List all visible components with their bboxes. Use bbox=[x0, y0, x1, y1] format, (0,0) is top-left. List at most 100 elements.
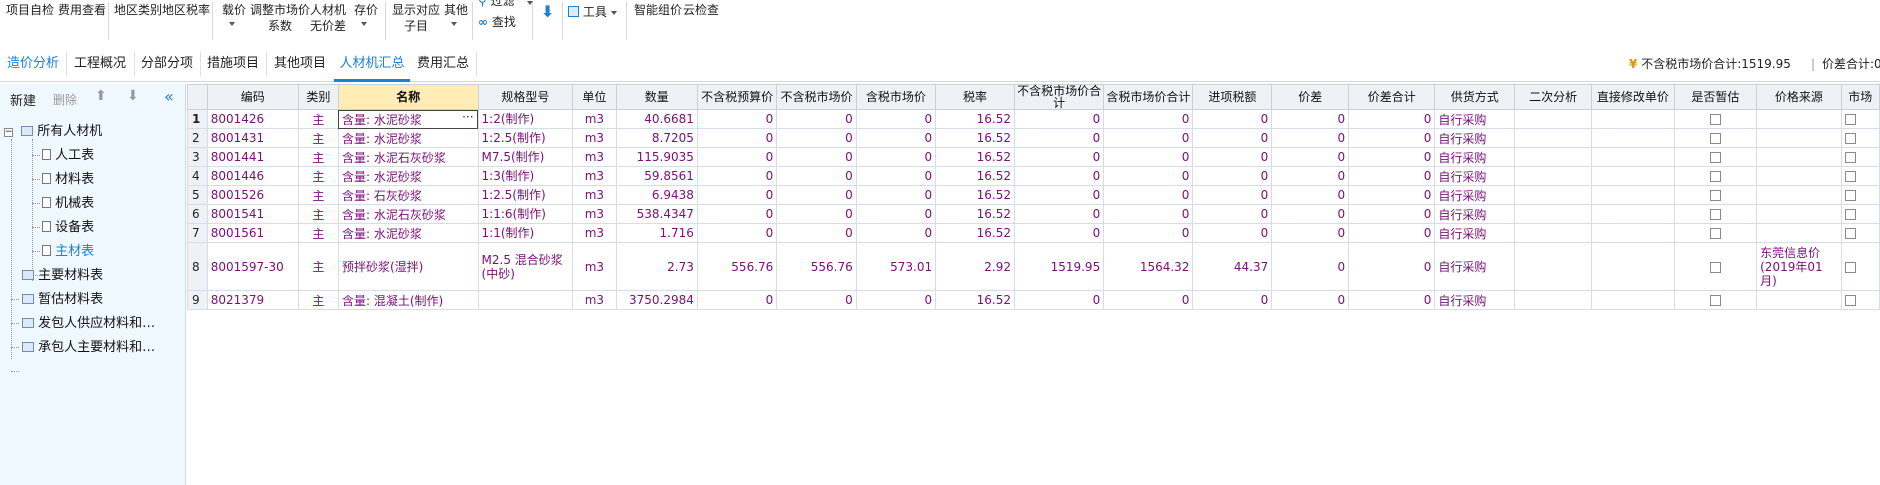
table-cell[interactable]: 8001541 bbox=[206, 204, 299, 224]
table-cell[interactable]: 主 bbox=[297, 290, 339, 310]
market-checkbox[interactable] bbox=[1844, 295, 1856, 306]
tree-node-provisional-materials[interactable]: 暂估材料表 bbox=[22, 289, 103, 311]
table-cell[interactable]: 2.92 bbox=[935, 242, 1015, 291]
row-number[interactable]: 3 bbox=[187, 147, 208, 167]
tree-node-labor[interactable]: 人工表 bbox=[42, 145, 94, 167]
table-cell[interactable]: 16.52 bbox=[935, 109, 1015, 129]
name-cell[interactable]: 含量: 水泥石灰砂浆 bbox=[337, 204, 479, 224]
table-cell[interactable]: 0 bbox=[1013, 128, 1105, 148]
table-cell[interactable]: 8001446 bbox=[206, 166, 299, 186]
table-cell[interactable]: 1564.32 bbox=[1103, 242, 1194, 291]
column-header[interactable]: 含税市场价合计 bbox=[1103, 84, 1194, 110]
provisional-checkbox[interactable] bbox=[1709, 190, 1721, 201]
table-cell[interactable] bbox=[1591, 204, 1675, 224]
tab-other-items[interactable]: 其他项目 bbox=[266, 46, 334, 82]
table-cell[interactable] bbox=[1514, 166, 1593, 186]
adjust-market-price-coefficient-button[interactable]: 调整市场价 系数 bbox=[250, 2, 310, 34]
table-cell[interactable]: 16.52 bbox=[935, 204, 1015, 224]
provisional-checkbox-cell[interactable] bbox=[1673, 128, 1758, 148]
column-header[interactable]: 税率 bbox=[935, 84, 1015, 110]
name-cell[interactable]: 预拌砂浆(湿拌) bbox=[337, 242, 479, 291]
tab-project-overview[interactable]: 工程概况 bbox=[66, 46, 134, 82]
table-cell[interactable]: 0 bbox=[1348, 147, 1436, 167]
row-number[interactable]: 6 bbox=[187, 204, 208, 224]
table-cell[interactable] bbox=[1756, 204, 1842, 224]
table-cell[interactable]: 1:1(制作) bbox=[477, 223, 574, 243]
tab-measures[interactable]: 措施项目 bbox=[200, 46, 266, 82]
cost-view-button[interactable]: 费用查看 bbox=[58, 2, 106, 18]
column-header[interactable]: 不含税市场价 bbox=[776, 84, 857, 110]
table-cell[interactable] bbox=[1514, 242, 1593, 291]
provisional-checkbox[interactable] bbox=[1709, 209, 1721, 220]
table-cell[interactable]: m3 bbox=[572, 223, 617, 243]
table-cell[interactable] bbox=[1756, 147, 1842, 167]
table-cell[interactable]: 8001441 bbox=[206, 147, 299, 167]
table-cell[interactable] bbox=[1756, 223, 1842, 243]
table-cell[interactable] bbox=[477, 290, 574, 310]
market-checkbox[interactable] bbox=[1844, 261, 1856, 273]
table-cell[interactable]: 0 bbox=[1103, 223, 1194, 243]
column-header[interactable]: 类别 bbox=[297, 84, 339, 110]
column-header[interactable]: 规格型号 bbox=[477, 84, 574, 110]
tab-cost-summary[interactable]: 费用汇总 bbox=[410, 46, 476, 82]
table-cell[interactable]: 1.716 bbox=[615, 223, 698, 243]
table-cell[interactable] bbox=[1591, 128, 1675, 148]
table-cell[interactable] bbox=[1840, 185, 1880, 205]
table-cell[interactable] bbox=[1591, 185, 1675, 205]
table-cell[interactable]: 0 bbox=[855, 166, 937, 186]
table-cell[interactable]: 0 bbox=[696, 290, 778, 310]
table-cell[interactable]: 0 bbox=[1348, 185, 1436, 205]
column-header[interactable]: 是否暂估 bbox=[1673, 84, 1758, 110]
table-cell[interactable]: 0 bbox=[1192, 128, 1273, 148]
table-cell[interactable] bbox=[1840, 109, 1880, 129]
column-header[interactable]: 市场 bbox=[1840, 84, 1880, 110]
ellipsis-button-icon[interactable]: ··· bbox=[462, 111, 473, 125]
table-cell[interactable]: 0 bbox=[1271, 166, 1350, 186]
table-cell[interactable]: 0 bbox=[1013, 147, 1105, 167]
row-number[interactable]: 5 bbox=[187, 185, 208, 205]
table-cell[interactable] bbox=[1591, 290, 1675, 310]
table-cell[interactable]: 0 bbox=[696, 185, 778, 205]
table-cell[interactable]: 16.52 bbox=[935, 185, 1015, 205]
table-cell[interactable] bbox=[1840, 223, 1880, 243]
name-cell[interactable]: 含量: 混凝土(制作) bbox=[337, 290, 479, 310]
table-cell[interactable]: 0 bbox=[855, 223, 937, 243]
table-cell[interactable]: 0 bbox=[696, 147, 778, 167]
table-cell[interactable]: 8.7205 bbox=[615, 128, 698, 148]
table-cell[interactable] bbox=[1514, 147, 1593, 167]
table-cell[interactable]: 556.76 bbox=[776, 242, 857, 291]
table-cell[interactable]: 0 bbox=[855, 185, 937, 205]
provisional-checkbox[interactable] bbox=[1709, 261, 1721, 273]
table-cell[interactable]: m3 bbox=[572, 290, 617, 310]
table-cell[interactable] bbox=[1756, 109, 1842, 129]
column-header[interactable]: 价差 bbox=[1271, 84, 1350, 110]
table-cell[interactable]: 16.52 bbox=[935, 166, 1015, 186]
column-header[interactable]: 进项税额 bbox=[1192, 84, 1273, 110]
table-cell[interactable]: 0 bbox=[1271, 223, 1350, 243]
table-cell[interactable]: m3 bbox=[572, 204, 617, 224]
table-cell[interactable]: 0 bbox=[855, 204, 937, 224]
table-cell[interactable]: 自行采购 bbox=[1434, 242, 1516, 291]
collapse-panel-icon[interactable]: « bbox=[164, 87, 174, 106]
table-cell[interactable]: 0 bbox=[1192, 185, 1273, 205]
table-cell[interactable]: 0 bbox=[1192, 166, 1273, 186]
market-checkbox[interactable] bbox=[1844, 114, 1856, 125]
table-cell[interactable]: 1:1:6(制作) bbox=[477, 204, 574, 224]
provisional-checkbox[interactable] bbox=[1709, 152, 1721, 163]
market-checkbox[interactable] bbox=[1844, 152, 1856, 163]
tree-node-contractor-main-materials[interactable]: 承包人主要材料和… bbox=[22, 337, 155, 359]
table-cell[interactable]: 自行采购 bbox=[1434, 109, 1516, 129]
download-arrow-icon[interactable]: ⬇ bbox=[541, 4, 554, 20]
column-header[interactable]: 价差合计 bbox=[1348, 84, 1436, 110]
tree-node-main-material[interactable]: 主材表 bbox=[42, 241, 94, 263]
table-cell[interactable]: 0 bbox=[855, 147, 937, 167]
table-cell[interactable]: 0 bbox=[855, 290, 937, 310]
show-sub-items-button[interactable]: 显示对应 子目 bbox=[392, 2, 440, 34]
table-cell[interactable]: 40.6681 bbox=[615, 109, 698, 129]
table-cell[interactable]: 0 bbox=[1192, 290, 1273, 310]
provisional-checkbox-cell[interactable] bbox=[1673, 242, 1758, 291]
table-cell[interactable]: 0 bbox=[1103, 147, 1194, 167]
table-cell[interactable]: 自行采购 bbox=[1434, 223, 1516, 243]
table-cell[interactable] bbox=[1591, 242, 1675, 291]
provisional-checkbox-cell[interactable] bbox=[1673, 204, 1758, 224]
